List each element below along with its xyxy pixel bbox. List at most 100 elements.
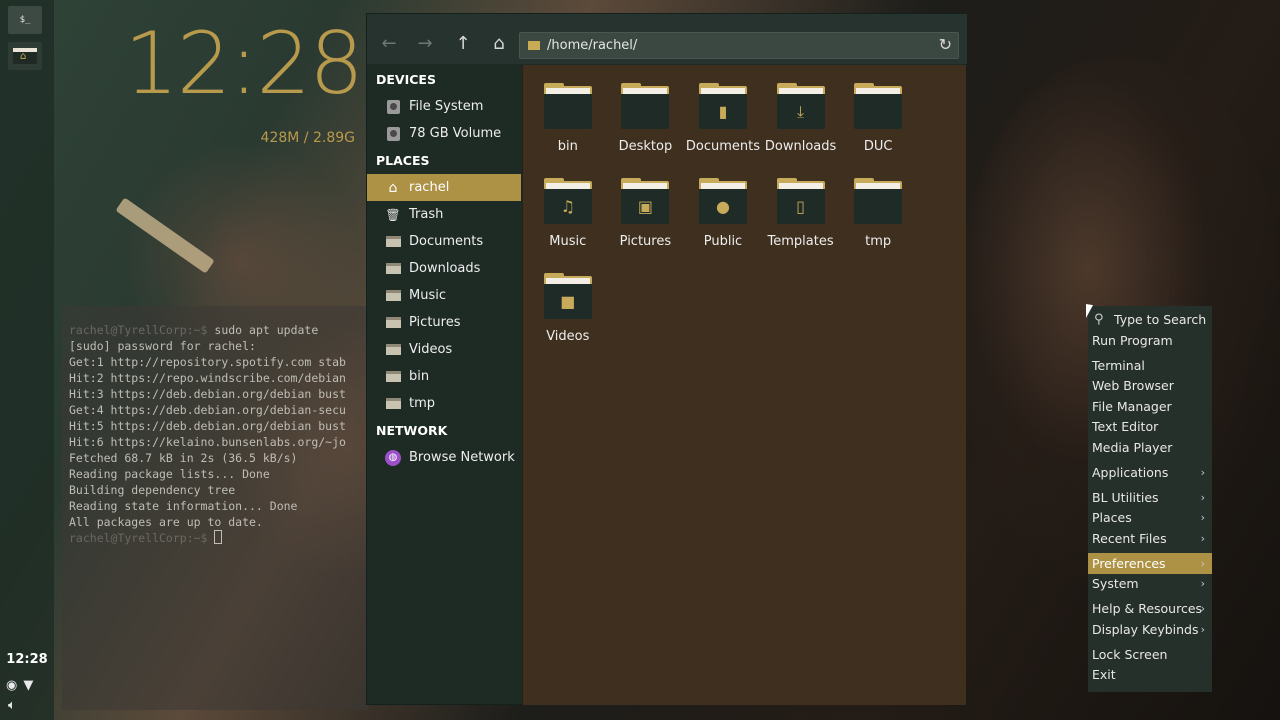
- file-item-label: Public: [703, 234, 743, 249]
- sidebar-item-label: 78 GB Volume: [409, 126, 502, 141]
- file-item-downloads[interactable]: ⤓ Downloads: [762, 75, 840, 170]
- folder-icon: [528, 41, 540, 50]
- terminal-launcher-button[interactable]: $_: [8, 6, 42, 34]
- file-item-pictures[interactable]: ▣ Pictures: [607, 170, 685, 265]
- location-bar[interactable]: /home/rachel/ ↻: [519, 32, 959, 59]
- side-panel: $_ 12:28 ◉ ▼ 🔈︎: [0, 0, 54, 720]
- sidebar-item-label: Videos: [409, 342, 453, 357]
- panel-clock[interactable]: 12:28: [0, 652, 54, 667]
- terminal-text: Building dependency tree: [69, 483, 236, 497]
- reload-icon[interactable]: ↻: [939, 35, 952, 54]
- folder-icon: [385, 315, 401, 331]
- file-item-label: Downloads: [764, 139, 837, 154]
- menu-item-label: Terminal: [1092, 357, 1145, 373]
- file-manager-task-button[interactable]: [8, 42, 42, 70]
- arrow-up-icon: ↑: [455, 33, 471, 54]
- file-view[interactable]: bin Desktop ▮ Documents ⤓ Downloads DUC ♫ Music ▣…: [522, 65, 966, 705]
- sidebar-item-label: Browse Network: [409, 450, 515, 465]
- sidebar-item-rachel[interactable]: ⌂ rachel: [367, 174, 521, 201]
- sidebar-item-78-gb-volume[interactable]: 78 GB Volume: [367, 120, 521, 147]
- file-item-desktop[interactable]: Desktop: [607, 75, 685, 170]
- submenu-arrow-icon: ›: [1200, 465, 1205, 479]
- file-item-documents[interactable]: ▮ Documents: [684, 75, 762, 170]
- folder-icon: [385, 342, 401, 358]
- volume-icon[interactable]: 🔈︎: [8, 698, 16, 713]
- home-icon: ⌂: [388, 179, 398, 196]
- file-grid: bin Desktop ▮ Documents ⤓ Downloads DUC ♫ Music ▣…: [529, 75, 917, 360]
- location-path: /home/rachel/: [547, 38, 638, 53]
- file-item-duc[interactable]: DUC: [839, 75, 917, 170]
- sidebar-item-trash[interactable]: 🗑︎ Trash: [367, 201, 521, 228]
- sidebar-item-label: rachel: [409, 180, 450, 195]
- terminal-line: Building dependency tree: [69, 482, 368, 498]
- file-item-templates[interactable]: ▯ Templates: [762, 170, 840, 265]
- sidebar-item-downloads[interactable]: Downloads: [367, 255, 521, 282]
- sidebar-item-tmp[interactable]: tmp: [367, 390, 521, 417]
- back-button[interactable]: ←: [377, 32, 401, 56]
- menu-item-exit[interactable]: Exit: [1088, 665, 1212, 686]
- terminal-prompt: rachel@TyrellCorp:~$: [69, 531, 208, 545]
- terminal-text: Hit:6 https://kelaino.bunsenlabs.org/~jo: [69, 435, 346, 449]
- folder-icon: ▮: [698, 83, 747, 129]
- terminal-window[interactable]: rachel@TyrellCorp:~$ sudo apt update [sud…: [62, 306, 368, 710]
- terminal-line: Get:1 http://repository.spotify.com stab: [69, 354, 368, 370]
- menu-item-display-keybinds[interactable]: Display Keybinds ›: [1088, 619, 1212, 640]
- wifi-icon[interactable]: ▼: [23, 678, 33, 693]
- terminal-line: All packages are up to date.: [69, 514, 368, 530]
- file-item-music[interactable]: ♫ Music: [529, 170, 607, 265]
- file-item-videos[interactable]: ■ Videos: [529, 265, 607, 360]
- menu-item-label: Lock Screen: [1092, 646, 1168, 662]
- terminal-text: Reading state information... Done: [69, 499, 298, 513]
- home-button[interactable]: ⌂: [487, 32, 511, 56]
- menu-item-help-and-resources[interactable]: Help & Resources ›: [1088, 599, 1212, 620]
- sidebar-item-bin[interactable]: bin: [367, 363, 521, 390]
- network-manager-icon[interactable]: ◉: [6, 678, 17, 693]
- menu-item-preferences[interactable]: Preferences ›: [1088, 553, 1212, 574]
- menu-item-label: File Manager: [1092, 398, 1172, 414]
- menu-item-label: Applications: [1092, 464, 1169, 480]
- desktop-clock: 12:28: [124, 14, 364, 114]
- menu-item-label: Preferences: [1092, 555, 1166, 571]
- sidebar-item-browse-network[interactable]: ◍ Browse Network: [367, 444, 521, 471]
- menu-item-media-player[interactable]: Media Player: [1088, 437, 1212, 458]
- terminal-text: Hit:3 https://deb.debian.org/debian bust: [69, 387, 346, 401]
- menu-item-bl-utilities[interactable]: BL Utilities ›: [1088, 487, 1212, 508]
- folder-icon: [385, 369, 401, 385]
- menu-item-recent-files[interactable]: Recent Files ›: [1088, 528, 1212, 549]
- terminal-line: Hit:5 https://deb.debian.org/debian bust: [69, 418, 368, 434]
- menu-item-run-program[interactable]: Run Program: [1088, 330, 1212, 351]
- sidebar-item-pictures[interactable]: Pictures: [367, 309, 521, 336]
- menu-search[interactable]: ⚲ Type to Search: [1088, 308, 1212, 330]
- file-item-public[interactable]: ● Public: [684, 170, 762, 265]
- submenu-arrow-icon: ›: [1200, 602, 1205, 616]
- forward-button[interactable]: →: [413, 32, 437, 56]
- sidebar-item-file-system[interactable]: File System: [367, 93, 521, 120]
- menu-item-places[interactable]: Places ›: [1088, 508, 1212, 529]
- menu-item-terminal[interactable]: Terminal: [1088, 355, 1212, 376]
- file-item-label: tmp: [865, 234, 892, 249]
- menu-item-system[interactable]: System ›: [1088, 574, 1212, 595]
- sidebar-item-label: Trash: [409, 207, 444, 222]
- menu-item-label: Run Program: [1092, 332, 1173, 348]
- terminal-line: Reading state information... Done: [69, 498, 368, 514]
- menu-item-text-editor[interactable]: Text Editor: [1088, 417, 1212, 438]
- submenu-arrow-icon: ›: [1200, 577, 1205, 591]
- menu-item-lock-screen[interactable]: Lock Screen: [1088, 644, 1212, 665]
- parent-folder-button[interactable]: ↑: [451, 32, 475, 56]
- sidebar-item-music[interactable]: Music: [367, 282, 521, 309]
- file-item-tmp[interactable]: tmp: [839, 170, 917, 265]
- sidebar-item-videos[interactable]: Videos: [367, 336, 521, 363]
- sidebar-item-documents[interactable]: Documents: [367, 228, 521, 255]
- menu-item-applications[interactable]: Applications ›: [1088, 462, 1212, 483]
- file-manager-window: ← → ↑ ⌂ /home/rachel/ ↻ DEVICES File Syst…: [366, 13, 967, 705]
- submenu-arrow-icon: ›: [1200, 490, 1205, 504]
- menu-item-file-manager[interactable]: File Manager: [1088, 396, 1212, 417]
- submenu-arrow-icon: ›: [1200, 511, 1205, 525]
- terminal-cursor: [214, 530, 223, 544]
- terminal-text: Get:1 http://repository.spotify.com stab: [69, 355, 346, 369]
- menu-item-web-browser[interactable]: Web Browser: [1088, 376, 1212, 397]
- folder-icon: [385, 396, 401, 412]
- file-item-bin[interactable]: bin: [529, 75, 607, 170]
- file-item-label: Desktop: [618, 139, 673, 154]
